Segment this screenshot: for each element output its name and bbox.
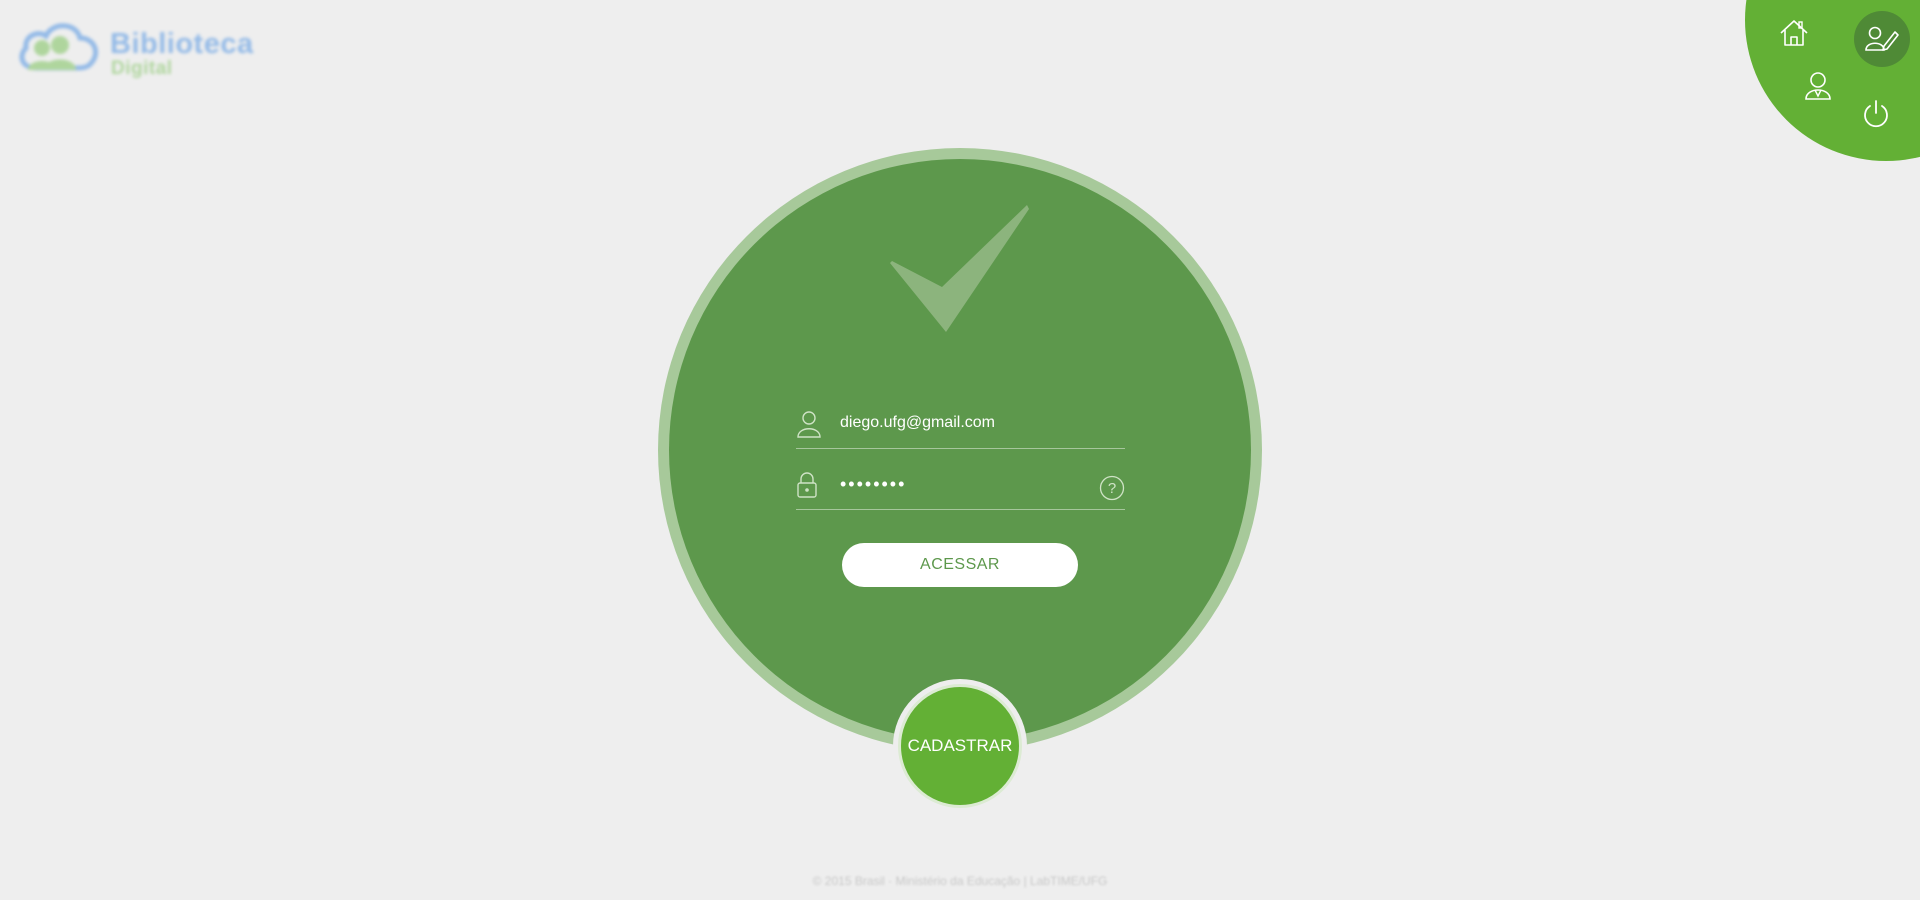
email-input[interactable] bbox=[840, 410, 1090, 436]
svg-text:?: ? bbox=[1108, 480, 1116, 497]
checkmark-icon bbox=[890, 205, 1029, 332]
password-input[interactable] bbox=[840, 471, 1090, 497]
nav-user-button[interactable] bbox=[1790, 58, 1846, 114]
logo[interactable]: Biblioteca Digital bbox=[14, 18, 254, 80]
edit-user-icon bbox=[1865, 26, 1899, 51]
logo-title: Biblioteca bbox=[110, 28, 254, 60]
footer-text: © 2015 Brasil · Ministério da Educação |… bbox=[812, 874, 1108, 888]
power-icon bbox=[1864, 100, 1888, 128]
email-field bbox=[796, 402, 1125, 449]
user-icon bbox=[1805, 72, 1831, 100]
help-icon[interactable]: ? bbox=[1099, 475, 1125, 501]
register-button[interactable]: CADASTRAR bbox=[898, 684, 1022, 808]
page: Biblioteca Digital diego.ufg@gmail.com ?… bbox=[0, 0, 1920, 900]
home-icon bbox=[1780, 20, 1808, 46]
login-button[interactable]: ACESSAR bbox=[842, 543, 1078, 587]
nav-home-button[interactable] bbox=[1766, 5, 1822, 61]
logo-subtitle: Digital bbox=[111, 58, 173, 79]
user-icon bbox=[797, 411, 821, 438]
lock-icon bbox=[797, 472, 817, 498]
cloud-people-icon bbox=[19, 23, 98, 71]
nav-logout-button[interactable] bbox=[1848, 85, 1904, 141]
nav-edit-profile-button[interactable] bbox=[1854, 11, 1910, 67]
password-field: ? bbox=[796, 463, 1125, 510]
